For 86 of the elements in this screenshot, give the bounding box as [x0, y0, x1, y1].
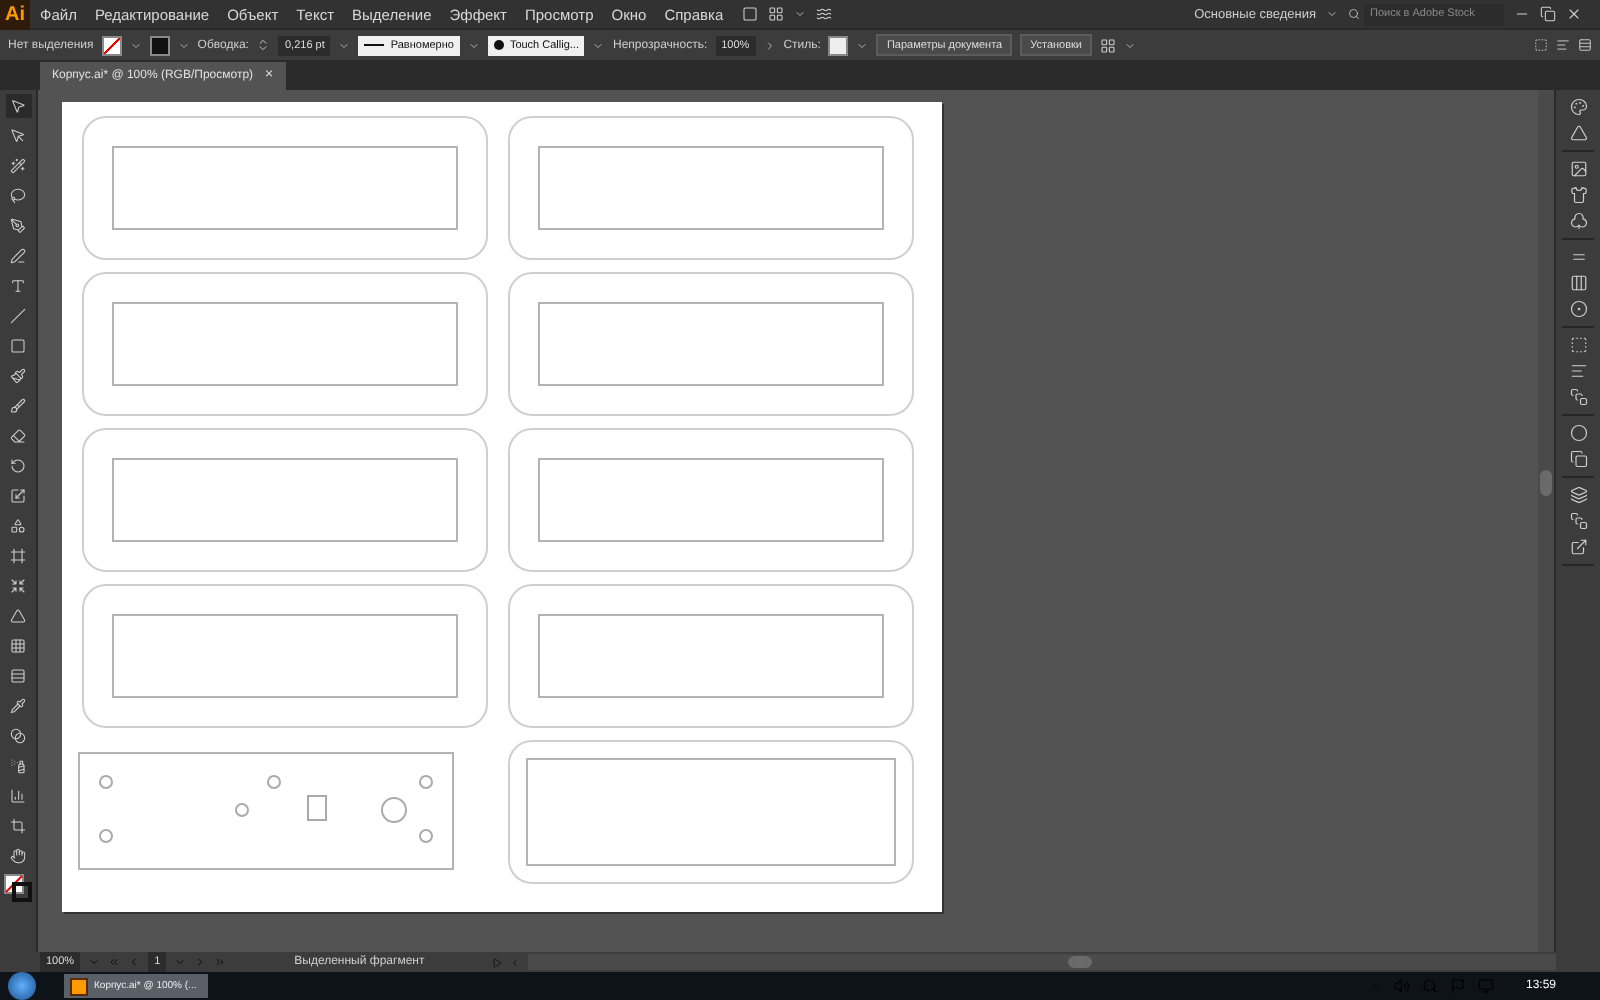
panel-icon[interactable]: [1569, 450, 1587, 468]
tool-button[interactable]: [5, 214, 31, 238]
tool-icon: [10, 668, 26, 684]
caret-icon[interactable]: [467, 39, 480, 51]
panel-icon[interactable]: [1569, 248, 1587, 266]
panel-icon[interactable]: [1569, 274, 1587, 292]
tool-button[interactable]: [5, 184, 31, 208]
panel-icon[interactable]: [1569, 424, 1587, 442]
horizontal-scrollbar[interactable]: [528, 954, 1556, 970]
panel-icon[interactable]: [1569, 538, 1587, 556]
tool-icon: [10, 638, 26, 654]
tool-icon: [10, 728, 26, 744]
tool-icon: [10, 398, 26, 414]
stepper-icon[interactable]: [256, 38, 271, 52]
vertical-scrollbar[interactable]: [1538, 90, 1554, 952]
tool-button[interactable]: [5, 394, 31, 418]
caret-icon[interactable]: [338, 39, 351, 51]
tool-button[interactable]: [5, 154, 31, 178]
panel-icon[interactable]: [1569, 300, 1587, 318]
tool-button[interactable]: [5, 694, 31, 718]
tool-button[interactable]: [5, 364, 31, 388]
tool-icon: [10, 788, 26, 804]
tool-button[interactable]: [5, 544, 31, 568]
fill-stroke-swatches-icon[interactable]: [4, 874, 32, 902]
close-icon[interactable]: [1566, 6, 1582, 22]
panel-icon[interactable]: [1569, 124, 1587, 142]
panel-icon[interactable]: [1569, 98, 1587, 116]
arrange-documents-icon[interactable]: [767, 6, 784, 22]
tool-icon: [10, 428, 26, 444]
tool-icon: [10, 818, 26, 834]
caret-icon[interactable]: [793, 8, 806, 20]
tool-icon: [10, 488, 26, 504]
start-button[interactable]: [8, 972, 36, 1000]
style-swatch[interactable]: [828, 35, 849, 55]
tool-button[interactable]: [5, 94, 31, 118]
tool-icon: [10, 458, 26, 474]
tool-button[interactable]: [5, 514, 31, 538]
stroke-swatch[interactable]: [149, 35, 170, 55]
tool-icon: [10, 98, 26, 114]
restore-icon[interactable]: [1540, 6, 1556, 22]
tool-icon: [10, 518, 26, 534]
tool-icon: [10, 248, 26, 264]
tool-button[interactable]: [5, 454, 31, 478]
tool-icon: [10, 578, 26, 594]
tool-button[interactable]: [5, 604, 31, 628]
tool-button[interactable]: [5, 724, 31, 748]
tool-button[interactable]: [5, 334, 31, 358]
tool-button[interactable]: [5, 484, 31, 508]
app-icon: [70, 977, 88, 995]
panel-icon[interactable]: [1569, 186, 1587, 204]
caret-icon[interactable]: [1326, 8, 1338, 20]
tool-button[interactable]: [5, 424, 31, 448]
search-icon: [1348, 8, 1360, 20]
panel-icon[interactable]: [1569, 160, 1587, 178]
tool-button[interactable]: [5, 634, 31, 658]
tool-icon: [10, 698, 26, 714]
tool-icon: [10, 368, 26, 384]
tool-icon: [10, 158, 26, 174]
caret-icon[interactable]: [856, 39, 869, 51]
caret-icon[interactable]: [177, 39, 190, 51]
panel-icon[interactable]: [1569, 336, 1587, 354]
panel-icon[interactable]: [1569, 362, 1587, 380]
app-logo: Ai: [0, 0, 30, 29]
tool-button[interactable]: [5, 844, 31, 868]
tool-icon: [10, 278, 26, 294]
tool-icon: [10, 128, 26, 144]
panel-icon[interactable]: [1569, 512, 1587, 530]
fill-swatch[interactable]: [101, 35, 122, 55]
tool-icon: [10, 548, 26, 564]
tool-icon: [10, 608, 26, 624]
tool-icon: [10, 188, 26, 204]
tool-icon: [10, 848, 26, 864]
tool-button[interactable]: [5, 814, 31, 838]
panel-menu-icon[interactable]: [1578, 38, 1592, 52]
caret-icon[interactable]: [129, 39, 142, 51]
bridge-icon[interactable]: [741, 6, 758, 22]
panel-icon[interactable]: [1569, 486, 1587, 504]
tool-icon: [10, 218, 26, 234]
tool-button[interactable]: [5, 244, 31, 268]
caret-icon[interactable]: [592, 39, 605, 51]
tool-button[interactable]: [5, 664, 31, 688]
tool-button[interactable]: [5, 304, 31, 328]
panel-icon[interactable]: [1569, 212, 1587, 230]
panel-icon[interactable]: [1569, 388, 1587, 406]
caret-icon[interactable]: [763, 39, 776, 51]
caret-icon[interactable]: [1124, 39, 1136, 51]
